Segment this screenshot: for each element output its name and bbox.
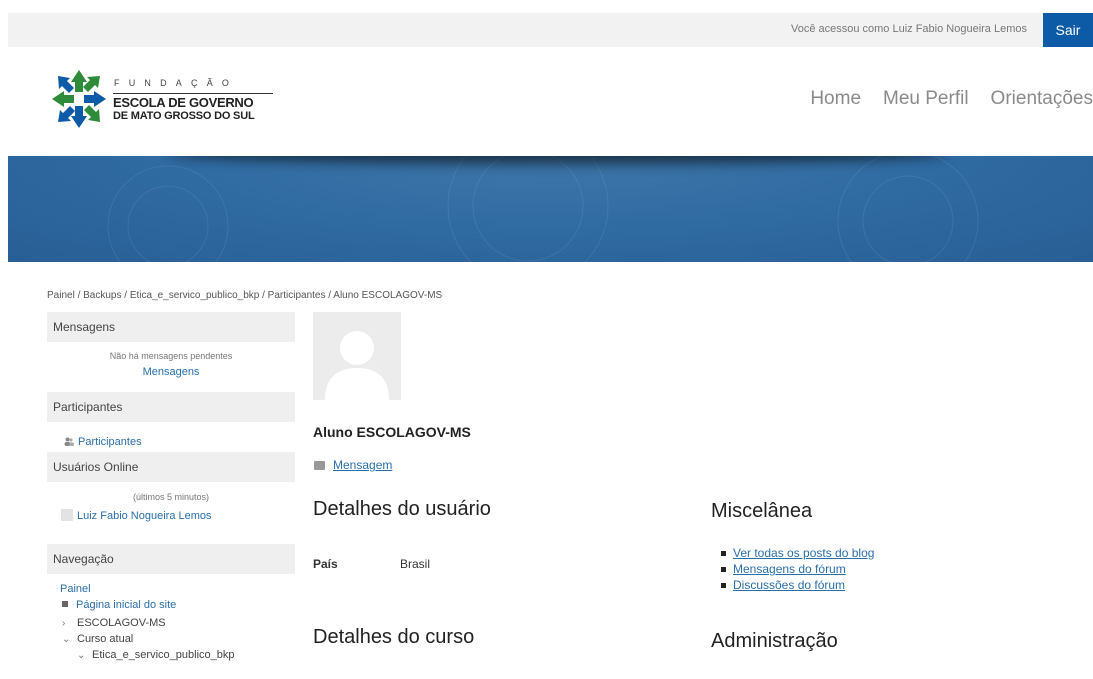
people-icon <box>64 437 74 446</box>
logo-line-fundacao: FUNDAÇÃO <box>114 78 239 88</box>
nav-profile[interactable]: Meu Perfil <box>883 88 969 110</box>
user-details-title: Detalhes do usuário <box>313 498 491 520</box>
logged-in-text: Você acessou como Luiz Fabio Nogueira Le… <box>790 23 1027 35</box>
chevron-right-icon: › <box>62 618 66 629</box>
navigation-block-title: Navegação <box>47 544 295 574</box>
country-label: País <box>313 557 338 571</box>
online-block-title: Usuários Online <box>47 452 295 482</box>
top-bar: Você acessou como Luiz Fabio Nogueira Le… <box>8 13 1093 47</box>
no-messages-text: Não há mensagens pendentes <box>109 351 233 361</box>
nav-guidance[interactable]: Orientações <box>991 88 1093 110</box>
country-row: País Brasil <box>313 557 430 571</box>
message-link[interactable]: Mensagem <box>333 458 392 472</box>
forum-discussions-link[interactable]: Discussões do fórum <box>733 578 845 592</box>
country-value: Brasil <box>400 557 431 571</box>
participants-item[interactable]: Participantes <box>47 432 295 450</box>
default-user-icon <box>325 331 389 400</box>
profile-name: Aluno ESCOLAGOV-MS <box>313 424 471 440</box>
nav-tree-escolagov[interactable]: › ESCOLAGOV-MS <box>60 617 295 633</box>
list-item[interactable]: Discussões do fórum <box>720 578 874 594</box>
nav-tree-course[interactable]: ⌄ Etica_e_servico_publico_bkp <box>60 649 295 665</box>
list-item[interactable]: Ver todas os posts do blog <box>720 546 874 562</box>
misc-links: Ver todas os posts do blog Mensagens do … <box>720 546 874 594</box>
online-window-text: (últimos 5 minutos) <box>132 492 210 502</box>
navigation-tree: Painel Página inicial do site › ESCOLAGOV… <box>47 583 295 665</box>
header-banner <box>8 156 1093 262</box>
list-item[interactable]: Mensagens do fórum <box>720 562 874 578</box>
messages-block-title: Mensagens <box>47 312 295 342</box>
online-user-item[interactable]: Luiz Fabio Nogueira Lemos <box>47 506 295 524</box>
bullet-icon <box>62 601 68 607</box>
nav-tree-site-home[interactable]: Página inicial do site <box>60 599 295 615</box>
chevron-down-icon: ⌄ <box>77 650 86 661</box>
logo-line-escola: ESCOLA DE GOVERNO <box>113 93 273 110</box>
misc-title: Miscelânea <box>711 500 813 522</box>
nav-home[interactable]: Home <box>810 88 861 110</box>
logo-line-mato: DE MATO GROSSO DO SUL <box>113 110 255 122</box>
banner-pattern <box>107 156 979 262</box>
chevron-down-icon: ⌄ <box>62 634 71 645</box>
online-user-link[interactable]: Luiz Fabio Nogueira Lemos <box>77 510 212 522</box>
site-logo[interactable]: FUNDAÇÃO ESCOLA DE GOVERNO DE MATO GROSS… <box>50 68 290 132</box>
participants-link[interactable]: Participantes <box>78 436 142 448</box>
logo-mark-icon <box>52 70 106 128</box>
user-avatar-icon <box>61 509 73 521</box>
course-details-title: Detalhes do curso <box>313 626 475 648</box>
nav-tree-current-course[interactable]: ⌄ Curso atual <box>60 633 295 649</box>
message-icon <box>314 461 325 470</box>
participants-block-title: Participantes <box>47 392 295 422</box>
forum-messages-link[interactable]: Mensagens do fórum <box>733 562 846 576</box>
profile-picture <box>313 312 401 400</box>
nav-tree-root[interactable]: Painel <box>60 583 295 599</box>
breadcrumb[interactable]: Painel / Backups / Etica_e_servico_publi… <box>47 290 442 301</box>
send-message[interactable]: Mensagem <box>314 458 392 472</box>
main-nav: Home Meu Perfil Orientações <box>810 88 1093 110</box>
messages-link[interactable]: Mensagens <box>47 366 295 378</box>
sidebar: Mensagens Não há mensagens pendentes Men… <box>47 312 295 665</box>
administration-title: Administração <box>711 630 838 652</box>
logout-button[interactable]: Sair <box>1043 13 1093 47</box>
blog-posts-link[interactable]: Ver todas os posts do blog <box>733 546 874 560</box>
